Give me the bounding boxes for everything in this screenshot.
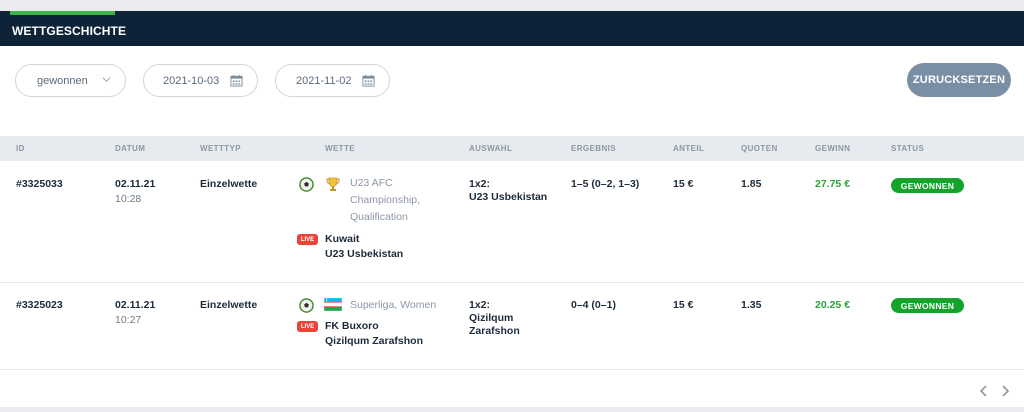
team-away: U23 Usbekistan [325, 248, 404, 260]
header-accent-bar [10, 11, 115, 15]
column-header-anteil: ANTEIL [673, 144, 705, 153]
table-row: #3325023 02.11.21 10:27 Einzelwette Supe… [0, 283, 1024, 369]
bet-win: 27.75 € [815, 178, 851, 190]
column-header-quoten: QUOTEN [741, 144, 778, 153]
chevron-down-icon [102, 77, 111, 83]
page-title: WETTGESCHICHTE [12, 24, 127, 38]
team-home: FK Buxoro [325, 320, 379, 332]
bet-win: 20.25 € [815, 299, 851, 311]
trophy-icon [326, 177, 340, 191]
bet-time: 10:27 [115, 314, 142, 326]
bottom-strip [0, 407, 1024, 412]
date-to-input[interactable]: 2021-11-02 [275, 64, 390, 97]
table-header: ID DATUM WETTTYP WETTE AUSWAHL ERGEBNIS … [0, 136, 1024, 161]
bet-date: 02.11.21 10:28 [115, 178, 155, 205]
calendar-icon [362, 74, 375, 87]
bet-date: 02.11.21 10:27 [115, 299, 155, 326]
league-line: Qualification [350, 211, 408, 223]
chevron-right-icon[interactable] [1000, 384, 1010, 398]
row-divider [0, 369, 1024, 370]
bet-id: #3325033 [16, 178, 63, 190]
page-header: WETTGESCHICHTE [0, 11, 1024, 46]
date-to-value: 2021-11-02 [296, 74, 352, 87]
bet-odds: 1.85 [741, 178, 762, 190]
live-badge: LIVE [297, 321, 318, 332]
status-filter-select[interactable]: gewonnen [15, 64, 126, 97]
bet-type: Einzelwette [200, 178, 258, 190]
bet-date-value: 02.11.21 [115, 299, 156, 311]
bet-stake: 15 € [673, 299, 694, 311]
selection-label: 1x2: [469, 178, 491, 190]
football-icon [299, 298, 314, 313]
bet-selection: 1x2: U23 Usbekistan [469, 178, 547, 204]
bet-result: 1–5 (0–2, 1–3) [571, 178, 640, 190]
status-filter-value: gewonnen [37, 74, 88, 87]
column-header-datum: DATUM [115, 144, 146, 153]
chevron-left-icon[interactable] [979, 384, 989, 398]
column-header-ergebnis: ERGEBNIS [571, 144, 616, 153]
column-header-id: ID [16, 144, 25, 153]
league-name: U23 AFC Championship, Qualification [350, 175, 420, 226]
column-header-gewinn: GEWINN [815, 144, 851, 153]
team-home: Kuwait [325, 233, 360, 245]
bet-stake: 15 € [673, 178, 694, 190]
table-row: #3325033 02.11.21 10:28 Einzelwette U23 … [0, 161, 1024, 282]
bet-type: Einzelwette [200, 299, 258, 311]
bet-result: 0–4 (0–1) [571, 299, 616, 311]
bet-id: #3325023 [16, 299, 63, 311]
column-header-wetttyp: WETTTYP [200, 144, 242, 153]
uzbekistan-flag-icon [324, 298, 342, 311]
date-from-value: 2021-10-03 [163, 74, 220, 87]
bet-selection: 1x2: Qizilqum Zarafshon [469, 299, 520, 338]
selection-label: 1x2: [469, 299, 491, 311]
column-header-wette: WETTE [325, 144, 355, 153]
selection-value: Zarafshon [469, 325, 520, 337]
selection-value: U23 Usbekistan [469, 191, 548, 203]
calendar-icon [230, 74, 243, 87]
column-header-status: STATUS [891, 144, 925, 153]
status-badge: GEWONNEN [891, 178, 964, 193]
match-teams: Kuwait U23 Usbekistan [325, 232, 403, 262]
bet-date-value: 02.11.21 [115, 178, 156, 190]
reset-button[interactable]: ZURUCKSETZEN [907, 63, 1011, 97]
match-teams: FK Buxoro Qizilqum Zarafshon [325, 319, 423, 349]
selection-value: Qizilqum [469, 312, 514, 324]
top-strip [0, 0, 1024, 11]
column-header-auswahl: AUSWAHL [469, 144, 513, 153]
status-badge: GEWONNEN [891, 298, 964, 313]
bet-time: 10:28 [115, 193, 142, 205]
live-badge: LIVE [297, 234, 318, 245]
football-icon [299, 177, 314, 192]
date-from-input[interactable]: 2021-10-03 [143, 64, 258, 97]
team-away: Qizilqum Zarafshon [325, 335, 424, 347]
league-line: U23 AFC [350, 177, 393, 189]
bet-odds: 1.35 [741, 299, 762, 311]
league-name: Superliga, Women [350, 299, 437, 311]
league-line: Championship, [350, 194, 421, 206]
